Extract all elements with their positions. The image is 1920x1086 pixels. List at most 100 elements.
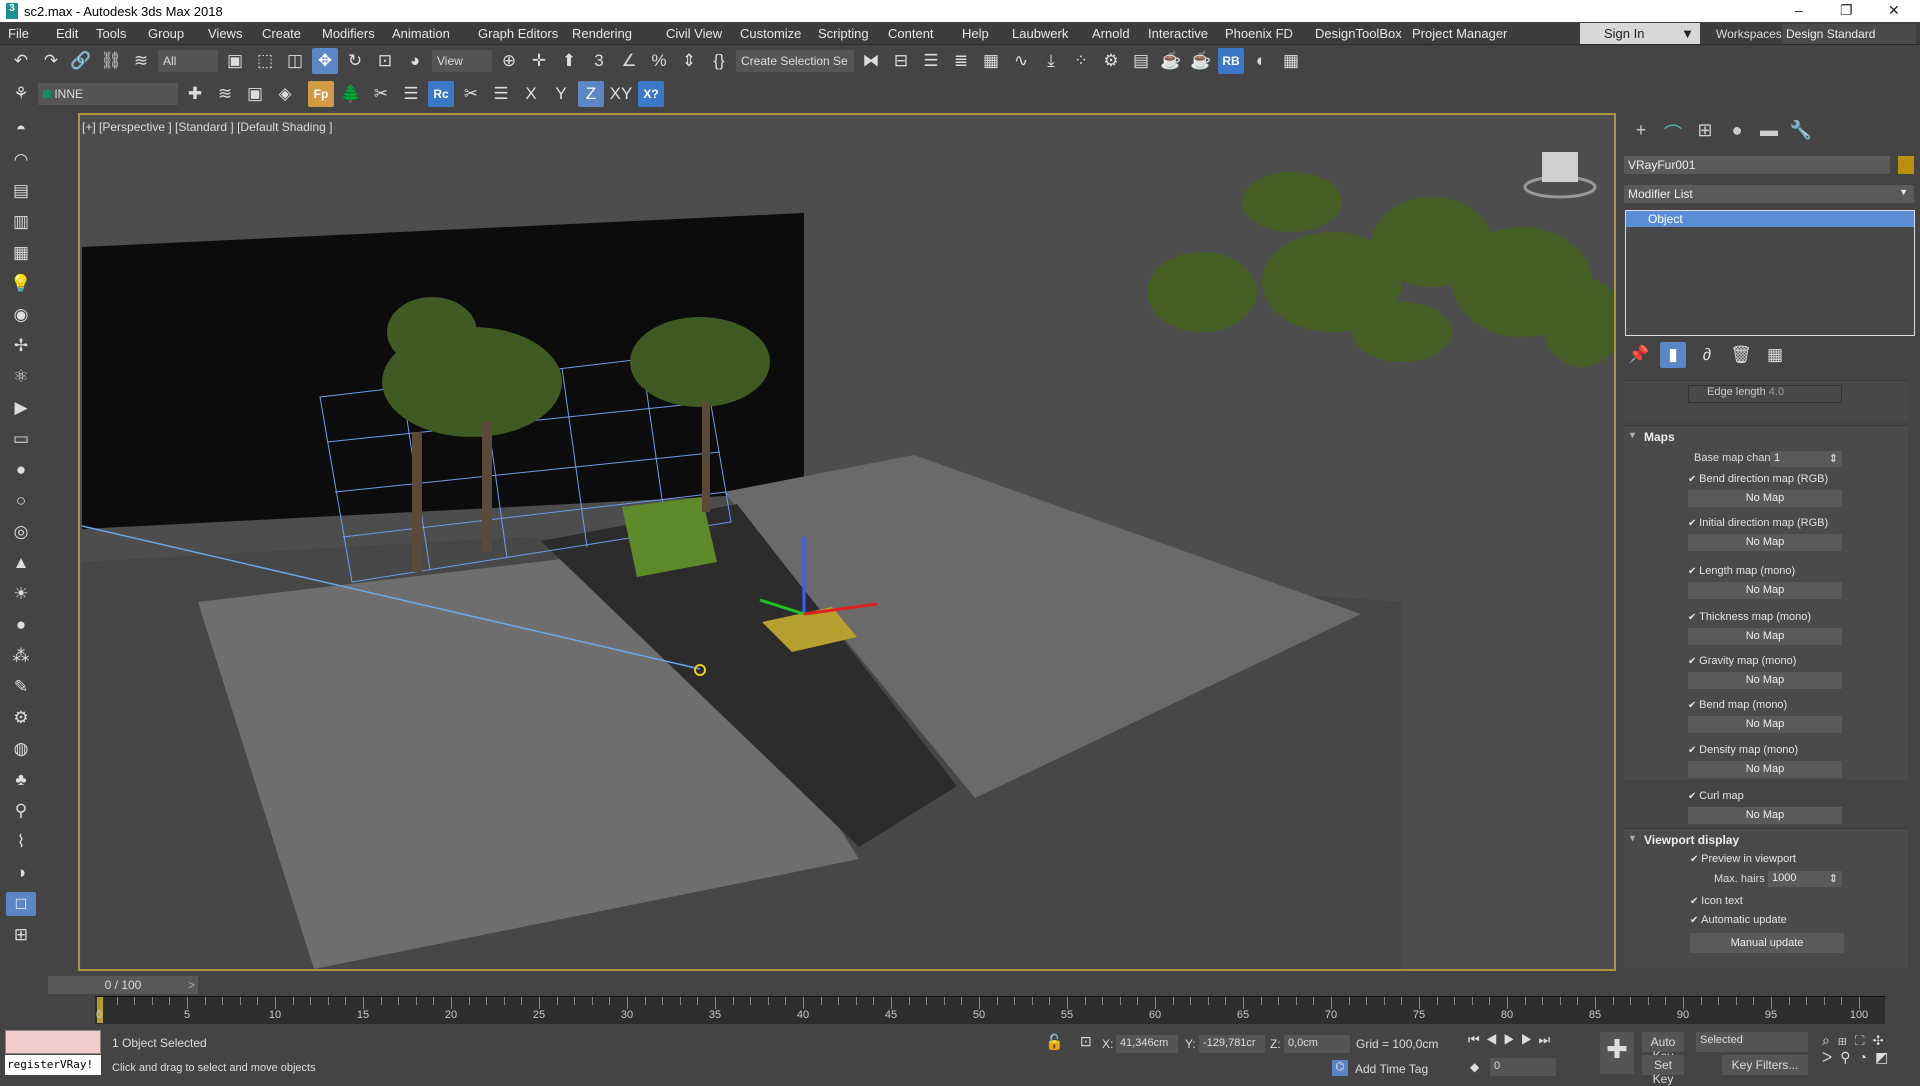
axis-constraint-icon[interactable]: X? xyxy=(638,81,664,107)
viewport-single-icon[interactable]: □ xyxy=(6,892,36,916)
zoom-icon[interactable]: ⌕ xyxy=(1822,1032,1838,1048)
no-map-button[interactable]: No Map xyxy=(1688,807,1842,824)
manual-update-button[interactable]: Manual update xyxy=(1690,933,1844,953)
workspace-select[interactable]: Design Standard xyxy=(1782,24,1916,44)
undo-icon[interactable]: ↶ xyxy=(8,48,34,74)
display-tab-icon[interactable]: ▬ xyxy=(1756,120,1782,144)
manipulate-icon[interactable]: ✛ xyxy=(526,48,552,74)
add-layer-icon[interactable]: ✚ xyxy=(182,81,208,107)
map-checkbox[interactable]: Thickness map (mono) xyxy=(1688,611,1811,623)
particles-icon[interactable]: ⁂ xyxy=(6,644,36,668)
key-filters-button[interactable]: Key Filters... xyxy=(1722,1055,1808,1075)
link-icon[interactable]: 🔗 xyxy=(68,48,94,74)
selection-set-dropdown[interactable]: Create Selection Se xyxy=(736,50,854,72)
modify-tab-icon[interactable]: ⌒ xyxy=(1660,120,1686,144)
add-time-tag[interactable]: Add Time Tag xyxy=(1355,1062,1428,1076)
mirror-icon[interactable]: ⧓ xyxy=(858,48,884,74)
object-color-swatch[interactable] xyxy=(1898,156,1914,174)
material-editor-icon[interactable]: ⁘ xyxy=(1068,48,1094,74)
walk-icon[interactable]: ⚲ xyxy=(6,799,36,823)
y-coordinate-field[interactable]: -129,781cr xyxy=(1199,1035,1265,1053)
toggle-ribbon-icon[interactable]: ▦ xyxy=(978,48,1004,74)
bind-spacewarp-icon[interactable]: ≋ xyxy=(128,48,154,74)
menu-rendering[interactable]: Rendering xyxy=(572,26,632,41)
icon-text-checkbox[interactable]: Icon text xyxy=(1690,895,1743,907)
map-checkbox[interactable]: Density map (mono) xyxy=(1688,744,1798,756)
zoom-extents-all-icon[interactable]: ✣ xyxy=(1873,1032,1892,1048)
hair-icon[interactable]: ⌇ xyxy=(6,830,36,854)
base-map-channel-spinner[interactable]: 1 ⇕ xyxy=(1770,451,1842,467)
axis-x-icon[interactable]: X xyxy=(518,81,544,107)
prev-frame-icon[interactable]: ◀ xyxy=(1486,1032,1504,1047)
layer-stack-icon[interactable]: ◈ xyxy=(272,81,298,107)
ball-icon[interactable]: ● xyxy=(6,613,36,637)
no-map-button[interactable]: No Map xyxy=(1688,582,1842,599)
orbit-icon[interactable]: ◔ xyxy=(1858,1049,1874,1065)
list-icon[interactable]: ☰ xyxy=(398,81,424,107)
maxscript-output[interactable]: registerVRay! xyxy=(5,1055,101,1075)
menu-create[interactable]: Create xyxy=(262,26,301,41)
menu-help[interactable]: Help xyxy=(962,26,989,41)
next-frame-icon[interactable]: ▶ xyxy=(1521,1032,1539,1047)
no-map-button[interactable]: No Map xyxy=(1688,628,1842,645)
material-icon[interactable]: ◐ xyxy=(1248,48,1274,74)
menu-graph-editors[interactable]: Graph Editors xyxy=(478,26,558,41)
angle-snap-icon[interactable]: ∠ xyxy=(616,48,642,74)
tools2-icon[interactable]: ✂ xyxy=(458,81,484,107)
rb-icon[interactable]: RB xyxy=(1218,48,1244,74)
configure-sets-icon[interactable]: ▦ xyxy=(1762,342,1788,368)
menu-arnold[interactable]: Arnold xyxy=(1092,26,1130,41)
panel2-icon[interactable]: ▦ xyxy=(6,241,36,265)
perspective-viewport[interactable] xyxy=(78,113,1616,971)
no-map-button[interactable]: No Map xyxy=(1688,672,1842,689)
viewcube[interactable] xyxy=(1523,152,1597,199)
create-tab-icon[interactable]: + xyxy=(1628,120,1654,144)
menu-scripting[interactable]: Scripting xyxy=(818,26,869,41)
zoom-all-icon[interactable]: ⊞ xyxy=(1838,1032,1855,1048)
modifier-stack[interactable]: Object xyxy=(1625,210,1915,336)
pivot-icon[interactable]: ⊕ xyxy=(496,48,522,74)
menu-modifiers[interactable]: Modifiers xyxy=(322,26,375,41)
unlink-icon[interactable]: ⛓ xyxy=(98,48,124,74)
spinner-snap-icon[interactable]: ⇕ xyxy=(676,48,702,74)
plant-icon[interactable]: ♣ xyxy=(6,768,36,792)
edit-named-sel-icon[interactable]: {} xyxy=(706,48,732,74)
geosphere-icon[interactable]: ● xyxy=(6,458,36,482)
list2-icon[interactable]: ☰ xyxy=(488,81,514,107)
layer-manager-icon[interactable]: ⚘ xyxy=(8,81,34,107)
walk-icon[interactable]: ⚲ xyxy=(1840,1049,1858,1065)
fx-icon[interactable]: ⚛ xyxy=(6,365,36,389)
render-setup-icon[interactable]: ⚙ xyxy=(1098,48,1124,74)
menu-tools[interactable]: Tools xyxy=(96,26,126,41)
axis-xy-icon[interactable]: XY xyxy=(608,81,634,107)
scene-explorer-icon[interactable]: ☰ xyxy=(918,48,944,74)
torus-icon[interactable]: ◎ xyxy=(6,520,36,544)
video-icon[interactable]: ▶ xyxy=(6,396,36,420)
fp-icon[interactable]: Fp xyxy=(308,81,334,107)
viewport-label[interactable]: [+] [Perspective ] [Standard ] [Default … xyxy=(82,120,332,134)
maps-rollout-header[interactable]: Maps xyxy=(1624,426,1908,448)
max-hairs-spinner[interactable]: 1000 ⇕ xyxy=(1768,871,1842,887)
map-checkbox[interactable]: Bend map (mono) xyxy=(1688,699,1787,711)
rc-icon[interactable]: Rc xyxy=(428,81,454,107)
keyboard-shortcut-icon[interactable]: ⬆ xyxy=(556,48,582,74)
maximize-button[interactable]: ❐ xyxy=(1840,2,1853,19)
no-map-button[interactable]: No Map xyxy=(1688,534,1842,551)
viewport-grid-icon[interactable]: ⊞ xyxy=(6,923,36,947)
render-icon[interactable]: ☕ xyxy=(1158,48,1184,74)
make-unique-icon[interactable]: ∂ xyxy=(1694,342,1720,368)
maximize-viewport-icon[interactable]: ◩ xyxy=(1875,1049,1896,1065)
helper-icon[interactable]: ✢ xyxy=(6,334,36,358)
camera-icon[interactable]: ◉ xyxy=(6,303,36,327)
time-slider[interactable]: 0 / 100 xyxy=(48,976,198,994)
map-checkbox[interactable]: Length map (mono) xyxy=(1688,565,1795,577)
close-button[interactable]: ✕ xyxy=(1888,2,1900,19)
fov-icon[interactable]: ᐳ xyxy=(1822,1049,1840,1065)
teapot-icon[interactable]: ◓ xyxy=(6,117,36,141)
map-checkbox[interactable]: Initial direction map (RGB) xyxy=(1688,517,1828,529)
globe-icon[interactable]: ◍ xyxy=(6,737,36,761)
move-icon[interactable]: ✥ xyxy=(312,48,338,74)
menu-project-manager[interactable]: Project Manager xyxy=(1412,26,1507,41)
maxscript-listener-input[interactable] xyxy=(5,1030,101,1054)
curve-editor-icon[interactable]: ∿ xyxy=(1008,48,1034,74)
